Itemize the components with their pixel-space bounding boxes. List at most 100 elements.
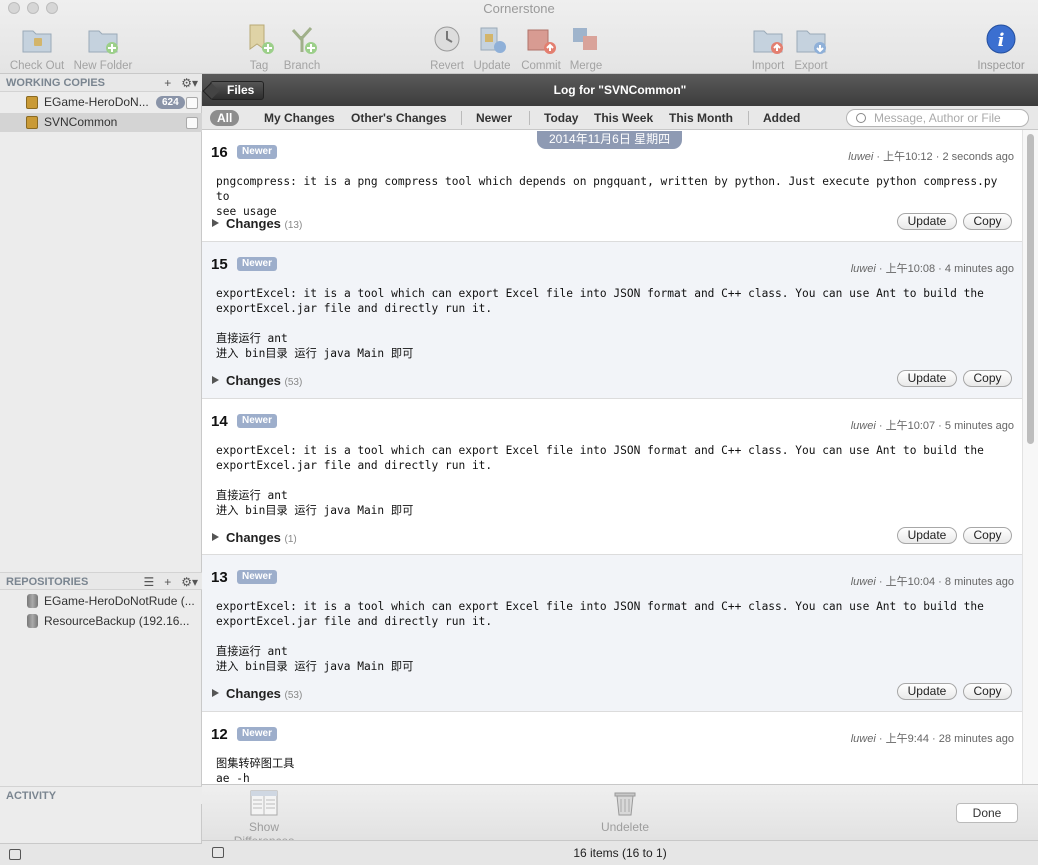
inspector-button[interactable]: i Inspector xyxy=(966,22,1036,72)
log-list: 16 Newer luwei · 上午10:12 · 2 seconds ago… xyxy=(202,130,1022,784)
log-entry[interactable]: 13 Newer luwei · 上午10:04 · 8 minutes ago… xyxy=(202,555,1022,712)
sidebar-item-repo-egame[interactable]: EGame-HeroDoNotRude (... xyxy=(0,592,202,611)
changes-toggle[interactable]: Changes (53) xyxy=(212,373,302,388)
add-repository-icon[interactable]: + xyxy=(164,573,171,591)
update-icon xyxy=(475,22,509,58)
working-copies-header: WORKING COPIES + ⚙▾ xyxy=(0,74,202,92)
log-title: Log for "SVNCommon" xyxy=(553,83,687,97)
author: luwei xyxy=(850,576,876,588)
list-icon[interactable]: ☰ xyxy=(143,573,154,591)
search-input[interactable]: Message, Author or File xyxy=(846,109,1029,127)
filter-my-changes[interactable]: My Changes xyxy=(264,110,335,126)
branch-label: Branch xyxy=(283,60,321,72)
activity-header: ACTIVITY xyxy=(0,786,202,804)
merge-button[interactable]: Merge xyxy=(551,22,621,72)
update-entry-button[interactable]: Update xyxy=(897,683,957,700)
log-entry[interactable]: 14 Newer luwei · 上午10:07 · 5 minutes ago… xyxy=(202,399,1022,555)
working-copy-icon xyxy=(26,96,38,109)
update-entry-button[interactable]: Update xyxy=(897,370,957,387)
gear-icon[interactable]: ⚙▾ xyxy=(181,74,198,92)
update-entry-button[interactable]: Update xyxy=(897,527,957,544)
new-folder-icon xyxy=(86,22,120,58)
timestamp: 上午10:12 · 2 seconds ago xyxy=(883,151,1014,163)
changes-count: (53) xyxy=(284,690,303,701)
copy-entry-button[interactable]: Copy xyxy=(963,213,1012,230)
search-placeholder: Message, Author or File xyxy=(874,111,1001,125)
changes-label: Changes xyxy=(226,373,281,388)
copy-entry-button[interactable]: Copy xyxy=(963,683,1012,700)
check-out-button[interactable]: Check Out xyxy=(2,22,72,72)
scrollbar[interactable] xyxy=(1022,130,1038,784)
merge-icon xyxy=(569,22,603,58)
add-working-copy-icon[interactable]: + xyxy=(164,74,171,92)
log-entry[interactable]: 15 Newer luwei · 上午10:08 · 4 minutes ago… xyxy=(202,242,1022,399)
log-entry[interactable]: 12 Newer luwei · 上午9:44 · 28 minutes ago… xyxy=(202,712,1022,784)
timestamp: 上午9:44 · 28 minutes ago xyxy=(885,733,1014,745)
window-title: Cornerstone xyxy=(483,1,555,16)
newer-badge: Newer xyxy=(237,145,278,159)
undelete-label: Undelete xyxy=(600,820,650,834)
newer-badge: Newer xyxy=(237,570,278,584)
divider xyxy=(529,111,530,125)
entry-meta: luwei · 上午10:08 · 4 minutes ago xyxy=(850,263,1014,275)
scrollbar-thumb[interactable] xyxy=(1027,134,1034,444)
filter-added[interactable]: Added xyxy=(763,110,800,126)
entry-meta: luwei · 上午10:04 · 8 minutes ago xyxy=(850,576,1014,588)
disclosure-triangle-icon xyxy=(212,219,219,227)
filter-others-changes[interactable]: Other's Changes xyxy=(351,110,447,126)
new-folder-label: New Folder xyxy=(73,60,133,72)
newer-badge: Newer xyxy=(237,257,278,271)
checkbox[interactable] xyxy=(186,97,198,109)
timestamp: 上午10:08 · 4 minutes ago xyxy=(885,263,1014,275)
filter-today[interactable]: Today xyxy=(544,110,578,126)
sidebar-item-egame[interactable]: EGame-HeroDoN... 624 xyxy=(0,93,202,112)
sidebar-item-svncommon[interactable]: SVNCommon xyxy=(0,113,202,132)
new-folder-button[interactable]: New Folder xyxy=(68,22,138,72)
repository-icon xyxy=(27,614,38,628)
branch-button[interactable]: Branch xyxy=(267,22,337,72)
changes-toggle[interactable]: Changes (53) xyxy=(212,686,302,701)
changes-toggle[interactable]: Changes (13) xyxy=(212,216,302,231)
disclosure-triangle-icon xyxy=(212,689,219,697)
newer-badge: Newer xyxy=(237,727,278,741)
sidebar-item-repo-resourcebackup[interactable]: ResourceBackup (192.16... xyxy=(0,612,202,631)
commit-message: exportExcel: it is a tool which can expo… xyxy=(216,287,984,360)
export-label: Export xyxy=(794,60,828,72)
repositories-header: REPOSITORIES ☰ + ⚙▾ xyxy=(0,572,202,590)
copy-entry-button[interactable]: Copy xyxy=(963,527,1012,544)
changes-count: (13) xyxy=(284,220,303,231)
chevron-down-icon[interactable] xyxy=(9,849,21,860)
files-back-button[interactable]: Files xyxy=(210,81,265,100)
repositories-title: REPOSITORIES xyxy=(6,576,89,588)
trash-icon xyxy=(614,792,636,816)
gear-icon[interactable]: ⚙▾ xyxy=(181,573,198,591)
date-header: 2014年11月6日 星期四 xyxy=(537,131,683,149)
working-copies-title: WORKING COPIES xyxy=(6,77,106,89)
filter-all[interactable]: All xyxy=(210,110,240,126)
commit-message: 图集转碎图工具 ae -h xyxy=(216,757,295,784)
filter-newer[interactable]: Newer xyxy=(476,110,512,126)
filter-this-month[interactable]: This Month xyxy=(669,110,733,126)
repository-icon xyxy=(27,594,38,608)
copy-entry-button[interactable]: Copy xyxy=(963,370,1012,387)
status-bar: 16 items (16 to 1) xyxy=(202,840,1038,865)
revision-number: 14 xyxy=(211,413,228,430)
undelete-button[interactable]: Undelete xyxy=(595,789,655,834)
timestamp: 上午10:07 · 5 minutes ago xyxy=(885,420,1014,432)
done-button[interactable]: Done xyxy=(956,803,1018,823)
export-button[interactable]: Export xyxy=(776,22,846,72)
update-entry-button[interactable]: Update xyxy=(897,213,957,230)
changes-toggle[interactable]: Changes (1) xyxy=(212,530,297,545)
toggle-sidebar-icon[interactable] xyxy=(212,847,224,858)
timestamp: 上午10:04 · 8 minutes ago xyxy=(885,576,1014,588)
revision-number: 12 xyxy=(211,726,228,743)
disclosure-triangle-icon xyxy=(212,533,219,541)
sidebar: WORKING COPIES + ⚙▾ EGame-HeroDoN... 624… xyxy=(0,74,202,865)
show-differences-icon xyxy=(250,790,278,816)
checkbox[interactable] xyxy=(186,117,198,129)
entry-meta: luwei · 上午10:07 · 5 minutes ago xyxy=(850,420,1014,432)
author: luwei xyxy=(850,420,876,432)
filter-bar: All My Changes Other's Changes Newer Tod… xyxy=(202,106,1038,130)
filter-this-week[interactable]: This Week xyxy=(594,110,653,126)
inspector-label: Inspector xyxy=(977,60,1025,72)
